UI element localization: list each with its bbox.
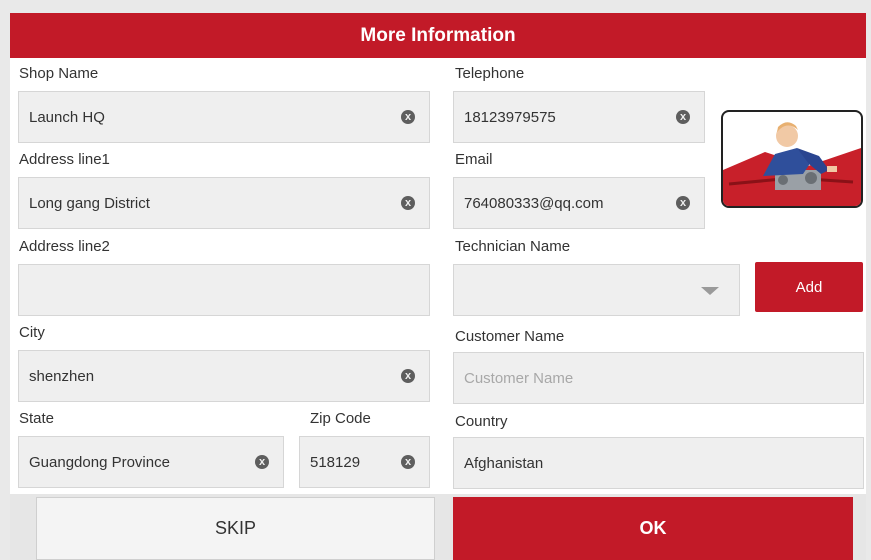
clear-icon[interactable]: x: [676, 110, 690, 124]
customer-name-placeholder: Customer Name: [464, 369, 574, 387]
shop-name-label: Shop Name: [19, 65, 99, 82]
technician-name-dropdown[interactable]: [453, 264, 740, 316]
email-value: 764080333@qq.com: [464, 194, 604, 212]
zip-code-field[interactable]: 518129 x: [299, 436, 430, 488]
country-field[interactable]: Afghanistan: [453, 437, 864, 489]
clear-icon[interactable]: x: [401, 369, 415, 383]
state-label: State: [19, 410, 55, 427]
address2-field[interactable]: [18, 264, 430, 316]
telephone-value: 18123979575: [464, 108, 556, 126]
ok-button[interactable]: OK: [453, 497, 853, 560]
email-field[interactable]: 764080333@qq.com x: [453, 177, 705, 229]
address1-value: Long gang District: [29, 194, 150, 212]
email-label: Email: [455, 151, 493, 168]
shop-name-field[interactable]: Launch HQ x: [18, 91, 430, 143]
zip-code-label: Zip Code: [310, 410, 371, 427]
shop-name-value: Launch HQ: [29, 108, 105, 126]
address2-label: Address line2: [19, 238, 110, 255]
city-label: City: [19, 324, 45, 341]
dialog-title: More Information: [10, 13, 866, 58]
clear-icon[interactable]: x: [676, 196, 690, 210]
customer-name-field[interactable]: Customer Name: [453, 352, 864, 404]
mechanic-illustration: [723, 122, 861, 206]
telephone-field[interactable]: 18123979575 x: [453, 91, 705, 143]
clear-icon[interactable]: x: [255, 455, 269, 469]
mechanic-photo[interactable]: [721, 110, 863, 208]
address1-field[interactable]: Long gang District x: [18, 177, 430, 229]
address1-label: Address line1: [19, 151, 110, 168]
add-technician-button[interactable]: Add: [755, 262, 863, 312]
technician-name-label: Technician Name: [455, 238, 571, 255]
country-label: Country: [455, 413, 508, 430]
state-field[interactable]: Guangdong Province x: [18, 436, 284, 488]
country-value: Afghanistan: [464, 454, 544, 472]
skip-button[interactable]: SKIP: [36, 497, 435, 560]
clear-icon[interactable]: x: [401, 455, 415, 469]
state-value: Guangdong Province: [29, 453, 170, 471]
clear-icon[interactable]: x: [401, 196, 415, 210]
customer-name-label: Customer Name: [455, 328, 565, 345]
clear-icon[interactable]: x: [401, 110, 415, 124]
city-value: shenzhen: [29, 367, 95, 385]
dropdown-caret-icon[interactable]: [701, 287, 719, 295]
telephone-label: Telephone: [455, 65, 525, 82]
city-field[interactable]: shenzhen x: [18, 350, 430, 402]
